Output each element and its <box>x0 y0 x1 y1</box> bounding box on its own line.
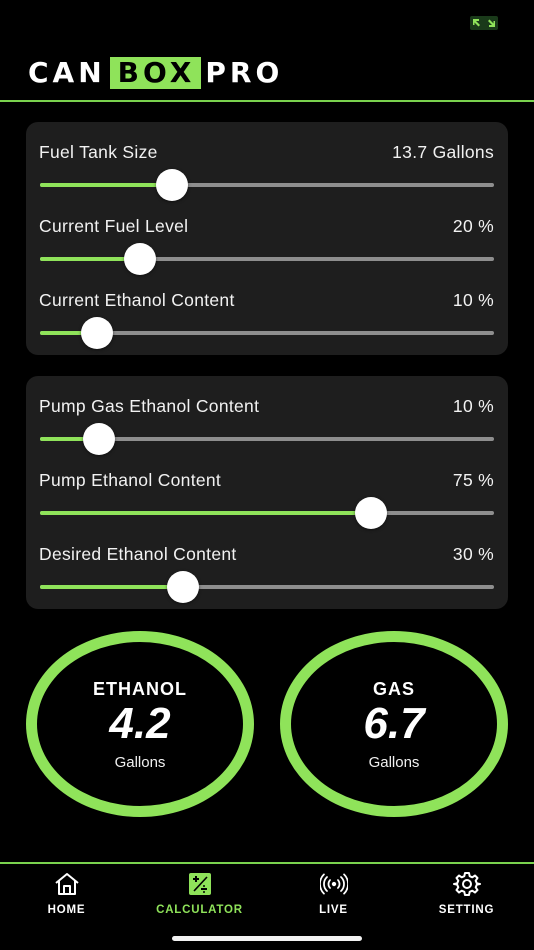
broadcast-icon <box>319 873 348 895</box>
nav-label: CALCULATOR <box>156 904 243 916</box>
slider-thumb[interactable] <box>124 243 156 275</box>
bottom-nav: HOME CALCULATOR LIVE SETTING <box>0 864 534 950</box>
slider-fill <box>40 183 172 187</box>
slider-fill <box>40 511 371 515</box>
gas-result-unit: Gallons <box>368 754 420 771</box>
desired-ethanol-content-slider[interactable] <box>40 571 494 603</box>
resize-arrows-icon[interactable] <box>470 16 498 30</box>
slider-label: Desired Ethanol Content <box>39 544 237 564</box>
ethanol-result-unit: Gallons <box>114 754 166 771</box>
logo-text-box: BOX <box>109 57 202 89</box>
slider-value: 10 % <box>452 290 494 310</box>
current-ethanol-content-slider[interactable] <box>40 317 494 349</box>
logo-text-pro: PRO <box>205 56 284 89</box>
current-fuel-level-slider-row: Current Fuel Level 20 % <box>26 200 508 275</box>
ethanol-result-value: 4.2 <box>109 699 171 748</box>
slider-thumb[interactable] <box>355 497 387 529</box>
header-divider <box>0 100 534 102</box>
pump-ethanol-content-slider[interactable] <box>40 497 494 529</box>
slider-label: Fuel Tank Size <box>39 142 158 162</box>
nav-label: HOME <box>47 904 86 916</box>
pump-gas-ethanol-content-slider-row: Pump Gas Ethanol Content 10 % <box>26 380 508 455</box>
gas-result-value: 6.7 <box>363 699 425 748</box>
home-indicator[interactable] <box>172 936 362 941</box>
calculator-icon <box>188 873 211 895</box>
home-icon <box>54 873 79 895</box>
slider-label: Current Ethanol Content <box>39 290 235 310</box>
slider-thumb[interactable] <box>156 169 188 201</box>
tank-settings-card: Fuel Tank Size 13.7 Gallons Current Fuel… <box>26 122 508 355</box>
slider-label: Current Fuel Level <box>39 216 189 236</box>
ethanol-result-title: ETHANOL <box>93 679 187 699</box>
pump-ethanol-content-slider-row: Pump Ethanol Content 75 % <box>26 454 508 529</box>
ethanol-result-circle: ETHANOL 4.2 Gallons <box>26 631 254 817</box>
slider-label: Pump Ethanol Content <box>39 470 222 490</box>
nav-label: SETTING <box>438 904 495 916</box>
pump-settings-card: Pump Gas Ethanol Content 10 % Pump Ethan… <box>26 376 508 609</box>
canbox-pro-logo: CAN BOX PRO <box>28 57 283 89</box>
slider-fill <box>40 585 183 589</box>
nav-item-setting[interactable]: SETTING <box>400 864 533 924</box>
nav-item-calculator[interactable]: CALCULATOR <box>133 864 266 924</box>
nav-label: LIVE <box>319 904 348 916</box>
slider-value: 20 % <box>452 216 494 236</box>
gear-icon <box>452 872 481 896</box>
logo-text-can: CAN <box>28 56 106 89</box>
app-header: CAN BOX PRO <box>28 56 283 90</box>
gas-result-title: GAS <box>372 679 415 699</box>
slider-value: 75 % <box>452 470 494 490</box>
pump-gas-ethanol-content-slider[interactable] <box>40 423 494 455</box>
gas-result-circle: GAS 6.7 Gallons <box>280 631 508 817</box>
fuel-tank-size-slider-row: Fuel Tank Size 13.7 Gallons <box>26 126 508 201</box>
slider-thumb[interactable] <box>167 571 199 603</box>
nav-item-live[interactable]: LIVE <box>267 864 400 924</box>
slider-value: 10 % <box>452 396 494 416</box>
fuel-tank-size-slider[interactable] <box>40 169 494 201</box>
slider-thumb[interactable] <box>83 423 115 455</box>
nav-item-home[interactable]: HOME <box>0 864 133 924</box>
slider-value: 30 % <box>452 544 494 564</box>
slider-label: Pump Gas Ethanol Content <box>39 396 260 416</box>
slider-thumb[interactable] <box>81 317 113 349</box>
current-fuel-level-slider[interactable] <box>40 243 494 275</box>
slider-value: 13.7 Gallons <box>392 142 494 162</box>
desired-ethanol-content-slider-row: Desired Ethanol Content 30 % <box>26 528 508 603</box>
current-ethanol-content-slider-row: Current Ethanol Content 10 % <box>26 274 508 349</box>
